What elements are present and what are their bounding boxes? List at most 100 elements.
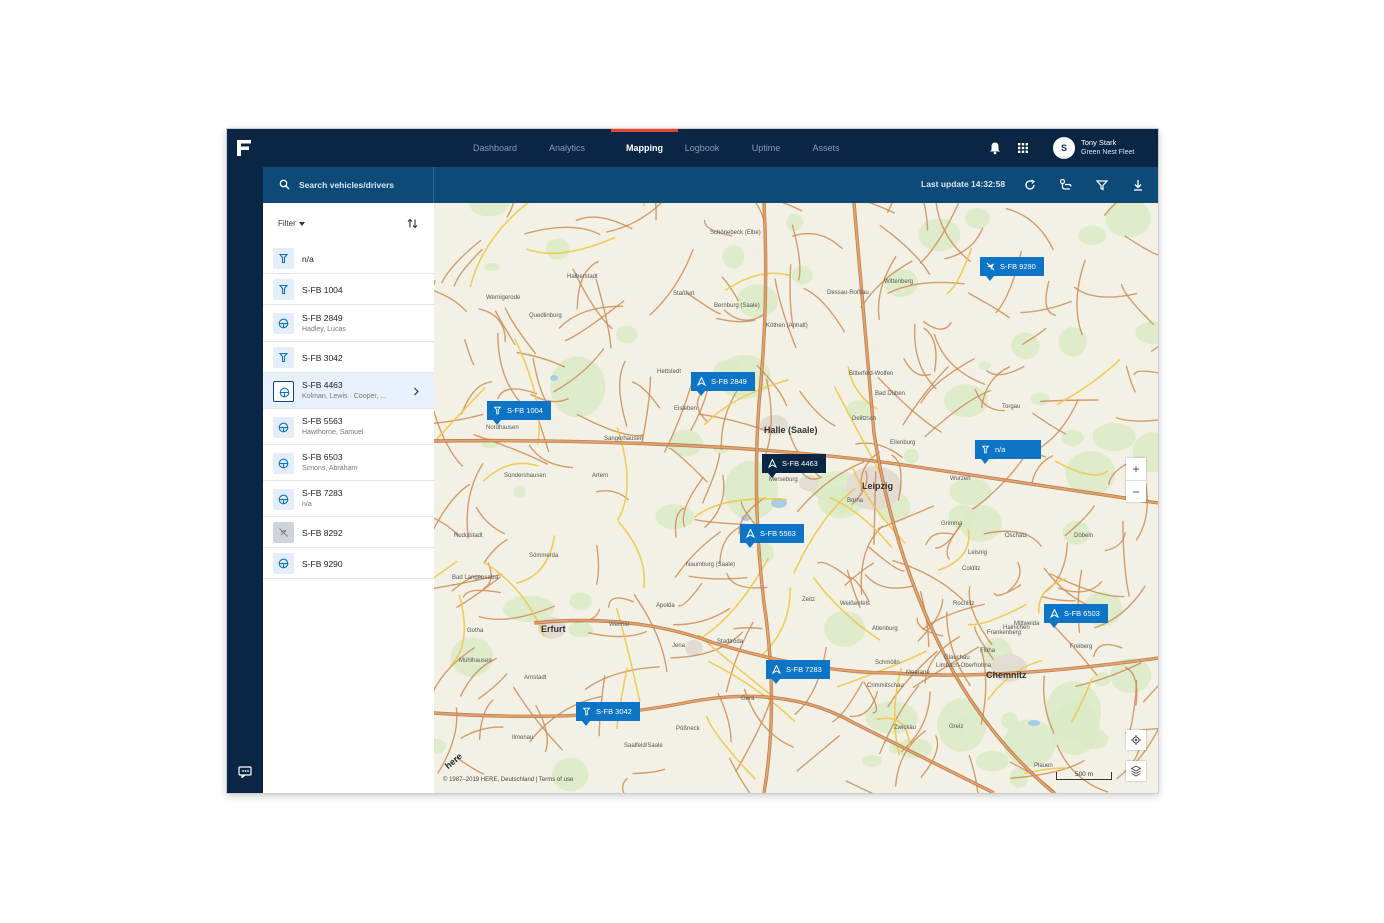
- map-view[interactable]: Leipzig Halle (Saale) Erfurt Chemnitz Nordha…: [434, 203, 1158, 793]
- tab-assets[interactable]: Assets: [809, 129, 843, 167]
- layers-icon: [1131, 765, 1141, 777]
- route-icon[interactable]: [1059, 178, 1073, 192]
- tab-logbook[interactable]: Logbook: [681, 129, 723, 167]
- vehicle-pin-label: S-FB 7283: [786, 665, 822, 674]
- vehicle-driver: Hawthorne, Samuel: [302, 429, 364, 436]
- city-label: Gotha: [467, 628, 484, 634]
- city-label: Limbach-Oberfrohna: [936, 663, 992, 669]
- feedback-icon[interactable]: [238, 766, 252, 778]
- vehicle-plate: S-FB 2849: [302, 312, 343, 323]
- vehicle-list-item[interactable]: S-FB 8292: [263, 517, 434, 548]
- vehicle-plate: S-FB 8292: [302, 527, 343, 538]
- search-box: [263, 167, 434, 203]
- filter-funnel-icon[interactable]: [1095, 178, 1109, 192]
- vehicle-list-item[interactable]: S-FB 4463 Kolman, Lewis · Cooper, ...: [263, 373, 434, 409]
- city-label: Torgau: [1002, 404, 1021, 410]
- vehicle-list-item[interactable]: S-FB 9290: [263, 548, 434, 579]
- city-label: Halberstadt: [567, 274, 598, 280]
- tab-analytics[interactable]: Analytics: [545, 129, 589, 167]
- city-label: Bitterfeld-Wolfen: [849, 371, 894, 377]
- city-label-major: Erfurt: [541, 624, 566, 634]
- vehicle-plate: S-FB 3042: [302, 352, 343, 363]
- city-label: Stadtroda: [717, 639, 744, 645]
- caret-down-icon: [298, 221, 305, 226]
- tab-dashboard[interactable]: Dashboard: [469, 129, 521, 167]
- vehicle-pin[interactable]: S-FB 1004: [487, 401, 551, 425]
- map-scale: 500 m: [1056, 771, 1112, 780]
- brand-logo-icon[interactable]: [237, 140, 251, 156]
- pin-icon: [273, 248, 294, 269]
- user-fleet-name: Green Nest Fleet: [1081, 149, 1135, 156]
- vehicle-list-item[interactable]: S-FB 2849 Hadley, Lucas: [263, 305, 434, 342]
- vehicle-pin[interactable]: S-FB 3042: [576, 702, 640, 726]
- map-canvas[interactable]: [434, 203, 1158, 793]
- vehicle-pin[interactable]: S-FB 2849: [691, 372, 755, 396]
- map-layers-button[interactable]: [1126, 761, 1146, 781]
- filter-dropdown[interactable]: Filter: [278, 219, 305, 228]
- sort-icon[interactable]: [407, 218, 418, 229]
- pin-icon: [273, 279, 294, 300]
- city-label: Dessau-Roßlau: [827, 290, 869, 296]
- city-label: Köthen (Anhalt): [766, 323, 808, 329]
- vehicle-pin[interactable]: S-FB 9290: [980, 257, 1044, 281]
- vehicle-pin[interactable]: S-FB 7283: [766, 660, 830, 684]
- city-label: Schmölln: [875, 660, 900, 666]
- vehicle-driver: Simons, Abraham: [302, 465, 358, 472]
- last-update-text: Last update 14:32:58: [921, 179, 1006, 189]
- map-copyright[interactable]: © 1987–2019 HERE, Deutschland | Terms of…: [443, 777, 573, 783]
- vehicle-pin[interactable]: S-FB 5563: [740, 524, 804, 548]
- city-label: Bad Langensalza: [452, 575, 499, 581]
- refresh-icon[interactable]: [1023, 178, 1037, 192]
- vehicle-pin-label: n/a: [995, 445, 1006, 454]
- vehicle-list-item[interactable]: S-FB 6503 Simons, Abraham: [263, 445, 434, 481]
- vehicle-list: n/a S-FB 1004 S-FB 2849 Hadley, Lucas S-FB 3…: [263, 243, 434, 579]
- city-label: Zwickau: [894, 725, 917, 731]
- top-navigation-bar: Dashboard Analytics Mapping Logbook Upti…: [263, 129, 1158, 167]
- vehicle-plate: S-FB 7283: [302, 488, 343, 498]
- search-input[interactable]: [299, 177, 429, 193]
- city-label: Gera: [741, 696, 755, 702]
- steering-wheel-icon: [273, 452, 294, 474]
- vehicle-plate: S-FB 1004: [302, 284, 343, 295]
- vehicle-pin[interactable]: S-FB 6503: [1044, 604, 1108, 628]
- notification-bell-icon[interactable]: [988, 141, 1002, 155]
- download-icon[interactable]: [1131, 178, 1145, 192]
- app-grid-icon[interactable]: [1016, 141, 1030, 155]
- vehicle-plate: S-FB 4463: [302, 380, 343, 390]
- city-label: Wernigerode: [486, 295, 521, 301]
- city-label: Sömmerda: [529, 553, 559, 559]
- city-label: Leisnig: [968, 550, 988, 556]
- vehicle-list-item[interactable]: S-FB 3042: [263, 342, 434, 373]
- locate-button[interactable]: [1126, 730, 1146, 750]
- city-label: Pößneck: [676, 726, 700, 732]
- city-label: Ilmenau: [512, 735, 534, 741]
- vehicle-list-item[interactable]: n/a: [263, 243, 434, 274]
- city-label: Artern: [592, 473, 609, 479]
- tab-uptime[interactable]: Uptime: [747, 129, 785, 167]
- vehicle-pin-label: S-FB 9290: [1000, 262, 1036, 271]
- steering-wheel-icon: [273, 313, 294, 334]
- chevron-right-icon[interactable]: [413, 387, 420, 396]
- city-label: Zeitz: [802, 597, 816, 603]
- city-label: Döbeln: [1074, 533, 1094, 539]
- zoom-out-button[interactable]: −: [1126, 480, 1146, 502]
- city-label: Greiz: [949, 724, 964, 730]
- offline-icon: [273, 522, 294, 543]
- vehicle-list-item[interactable]: S-FB 5563 Hawthorne, Samuel: [263, 409, 434, 445]
- vehicle-plate: S-FB 9290: [302, 558, 343, 569]
- locate-icon: [1131, 735, 1141, 745]
- zoom-in-button[interactable]: +: [1126, 458, 1146, 480]
- vehicle-list-item[interactable]: S-FB 7283 n/a: [263, 481, 434, 517]
- city-label: Naumburg (Saale): [686, 562, 736, 568]
- city-label: Wurzen: [950, 476, 971, 482]
- user-avatar[interactable]: S: [1053, 137, 1075, 159]
- city-label: Colditz: [962, 566, 981, 572]
- tab-mapping[interactable]: Mapping: [611, 129, 678, 167]
- city-label: Delitzsch: [852, 416, 877, 422]
- vehicle-driver: n/a: [302, 501, 312, 508]
- vehicle-pin[interactable]: n/a: [975, 440, 1042, 464]
- map-toolbar: Last update 14:32:58: [263, 167, 1158, 203]
- vehicle-list-item[interactable]: S-FB 1004: [263, 274, 434, 305]
- city-label: Nordhausen: [486, 425, 519, 431]
- vehicle-pin[interactable]: S-FB 4463: [762, 454, 826, 478]
